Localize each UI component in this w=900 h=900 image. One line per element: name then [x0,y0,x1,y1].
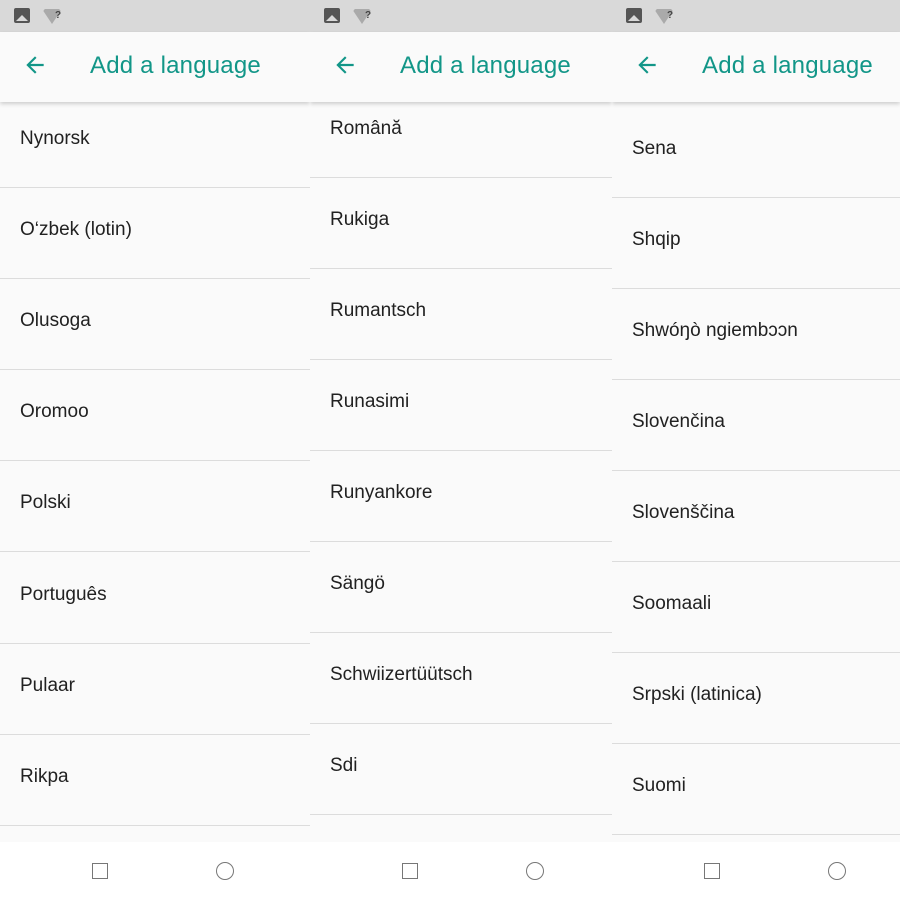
language-label: Română [330,118,402,139]
app-bar: Add a language [310,32,612,102]
language-label: Sena [632,138,677,159]
wifi-unknown-icon: ? [42,6,64,24]
square-icon[interactable] [704,863,720,879]
language-label: Polski [20,492,71,513]
language-label: Runasimi [330,391,410,412]
list-item[interactable]: Rukiga [310,178,612,269]
language-label: Olusoga [20,310,91,331]
arrow-left-icon [26,56,44,74]
image-icon [626,8,642,23]
list-item[interactable]: Runasimi [310,360,612,451]
language-label: Soomaali [632,593,712,614]
page-title: Add a language [90,52,261,79]
list-item[interactable]: Shwóŋò ngiembɔɔn [612,289,900,380]
language-label: O‘zbek (lotin) [20,219,132,240]
language-label: Português [20,584,107,605]
list-item[interactable]: Polski [0,461,310,552]
list-item[interactable]: O‘zbek (lotin) [0,188,310,279]
status-bar: ? [0,0,310,32]
square-icon[interactable] [402,863,418,879]
list-item[interactable]: Rumantsch [310,269,612,360]
screen-3: ? Add a language Sena Shqip Shwóŋò ngiem… [612,0,900,900]
language-label: Sängö [330,573,385,594]
language-label: Oromoo [20,401,89,422]
list-item[interactable]: Oromoo [0,370,310,461]
language-label: Suomi [632,775,686,796]
language-label: Rumantsch [330,300,427,321]
back-button[interactable] [634,52,660,78]
list-item[interactable]: Pulaar [0,644,310,735]
circle-icon[interactable] [216,862,234,880]
arrow-left-icon [638,56,656,74]
list-item[interactable]: Olusoga [0,279,310,370]
navigation-bar [310,842,612,900]
wifi-unknown-icon: ? [352,6,374,24]
language-label: Runyankore [330,482,433,503]
wifi-unknown-icon: ? [654,6,676,24]
language-label: Sdi [330,755,358,776]
list-item[interactable]: Slovenščina [612,471,900,562]
circle-icon[interactable] [828,862,846,880]
arrow-left-icon [336,56,354,74]
language-label: Rukiga [330,209,390,230]
status-bar: ? [310,0,612,32]
page-title: Add a language [702,52,873,79]
language-label: Srpski (latinica) [632,684,762,705]
list-item[interactable]: Suomi [612,744,900,835]
language-label: Slovenčina [632,411,725,432]
list-item[interactable]: Sängö [310,542,612,633]
list-item[interactable]: Runyankore [310,451,612,542]
list-item[interactable]: Sdi [310,724,612,815]
navigation-bar [0,842,310,900]
app-bar: Add a language [0,32,310,102]
square-icon[interactable] [92,863,108,879]
list-item[interactable]: Srpski (latinica) [612,653,900,744]
screen-1: ? Add a language Nynorsk O‘zbek (lotin) … [0,0,310,900]
list-item[interactable]: Soomaali [612,562,900,653]
list-item[interactable]: Rikpa [0,735,310,826]
screenshots-strip: ? Add a language Nynorsk O‘zbek (lotin) … [0,0,900,900]
language-label: Schwiizertüütsch [330,664,473,685]
language-label: Shwóŋò ngiembɔɔn [632,320,798,341]
list-item[interactable]: Slovenčina [612,380,900,471]
back-button[interactable] [332,52,358,78]
image-icon [324,8,340,23]
language-label: Nynorsk [20,128,90,149]
language-label: Shqip [632,229,681,250]
image-icon [14,8,30,23]
language-label: Pulaar [20,675,75,696]
list-item[interactable]: Sena [612,107,900,198]
back-button[interactable] [22,52,48,78]
list-item[interactable]: Nynorsk [0,97,310,188]
list-item[interactable]: Shqip [612,198,900,289]
list-item[interactable]: Português [0,553,310,644]
list-item[interactable]: Schwiizertüütsch [310,633,612,724]
navigation-bar [612,842,900,900]
circle-icon[interactable] [526,862,544,880]
page-title: Add a language [400,52,571,79]
screen-2: ? Add a language Română Rukiga Rumantsch… [310,0,612,900]
status-bar: ? [612,0,900,32]
language-label: Slovenščina [632,502,735,523]
app-bar: Add a language [612,32,900,102]
language-label: Rikpa [20,766,69,787]
